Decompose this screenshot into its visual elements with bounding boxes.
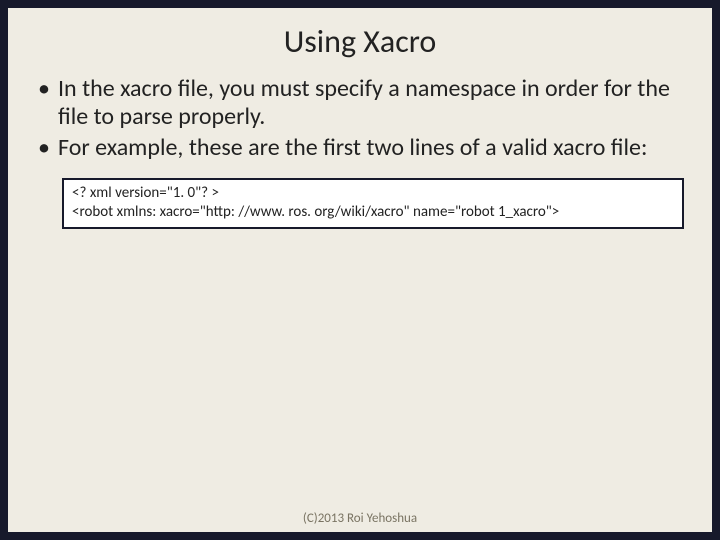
slide-title: Using Xacro — [8, 8, 712, 67]
footer-copyright: (C)2013 Roi Yehoshua — [8, 511, 712, 526]
bullet-item: In the xacro file, you must specify a na… — [36, 75, 684, 132]
code-line: <? xml version="1. 0"? > — [72, 184, 674, 203]
bullet-list: In the xacro file, you must specify a na… — [36, 75, 684, 162]
slide-body: Using Xacro In the xacro file, you must … — [8, 8, 712, 532]
code-box: <? xml version="1. 0"? > <robot xmlns: x… — [62, 178, 684, 230]
bullet-item: For example, these are the first two lin… — [36, 134, 684, 162]
code-line: <robot xmlns: xacro="http: //www. ros. o… — [72, 203, 674, 222]
content-area: In the xacro file, you must specify a na… — [8, 67, 712, 162]
slide-frame: Using Xacro In the xacro file, you must … — [0, 0, 720, 540]
